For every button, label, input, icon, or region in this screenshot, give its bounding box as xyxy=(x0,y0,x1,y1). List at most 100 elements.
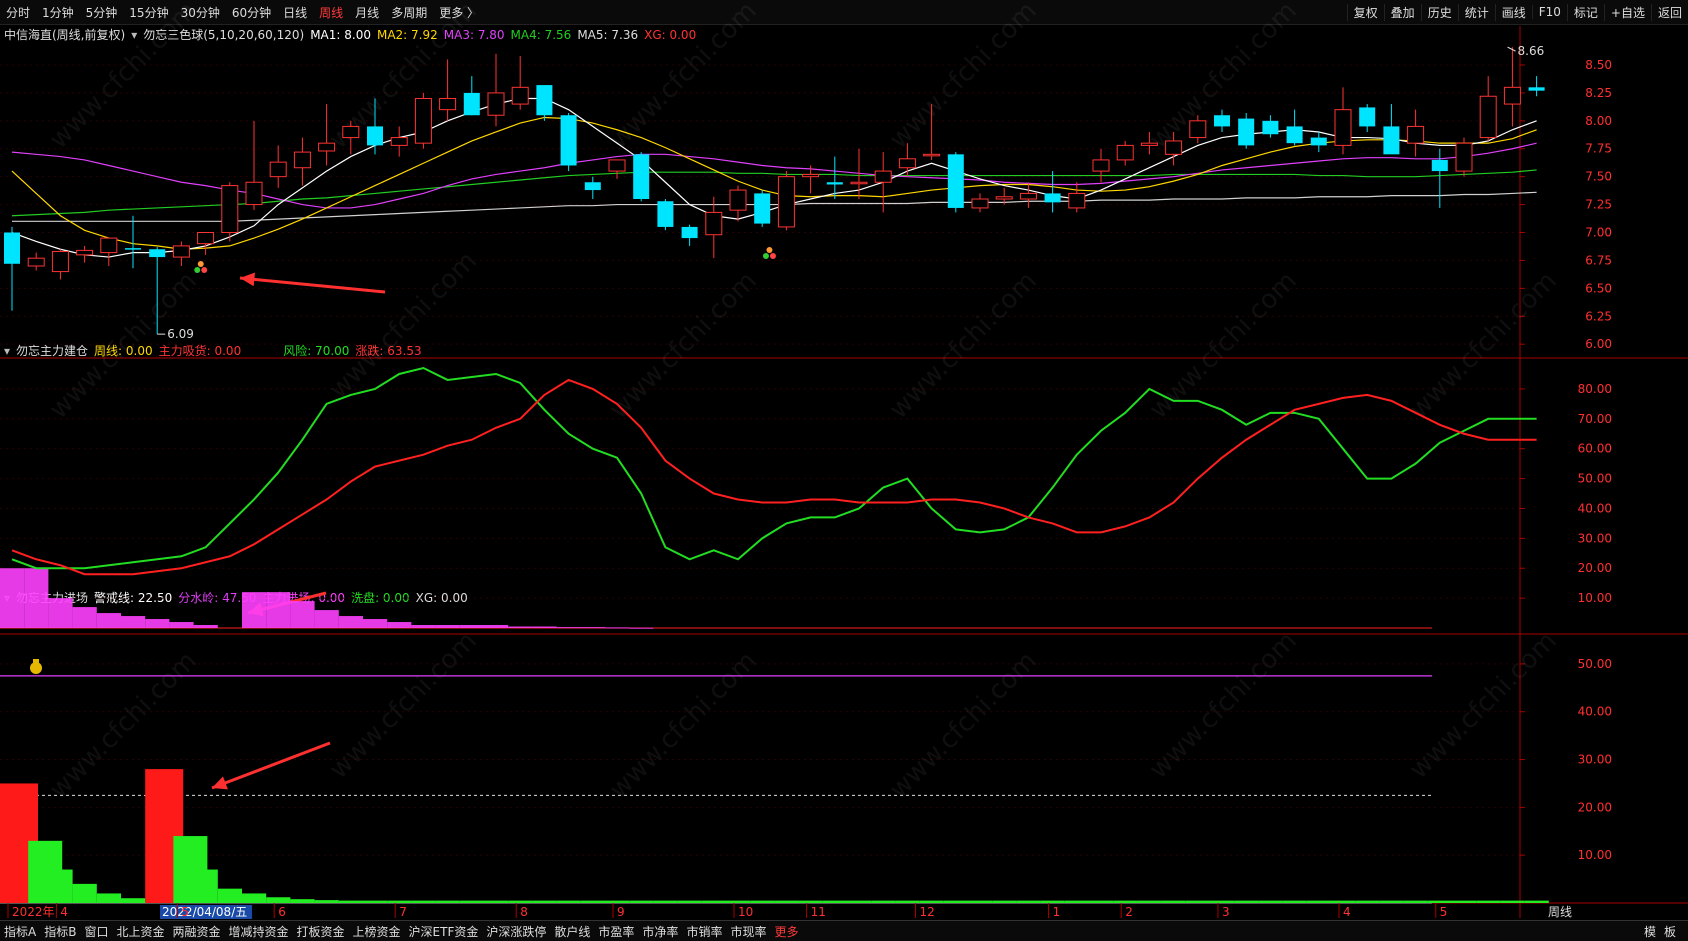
entry-bar-green xyxy=(726,900,751,903)
annotation-arrow-3 xyxy=(211,741,331,790)
accumulation-bar xyxy=(121,616,146,628)
entry-bar-green xyxy=(798,900,823,903)
candle-body xyxy=(560,115,577,166)
bottom-tab-7[interactable]: 上榜资金 xyxy=(349,923,405,940)
bottom-tab-5[interactable]: 增减持资金 xyxy=(225,923,293,940)
accumulation-bar xyxy=(532,626,557,628)
y-tick-label: 7.25 xyxy=(1585,198,1612,212)
candle-body xyxy=(1286,126,1303,144)
accumulation-bar xyxy=(290,601,315,628)
entry-bar-green xyxy=(484,900,509,903)
candle-body xyxy=(221,185,239,234)
candle-body xyxy=(536,85,553,116)
watermark-text: www.cfchi.com xyxy=(1144,626,1303,785)
candle-body xyxy=(971,198,989,209)
x-axis-label: 9 xyxy=(617,905,625,919)
entry-bar-green xyxy=(774,900,799,903)
bottom-tab-4[interactable]: 两融资金 xyxy=(168,923,224,940)
y-tick-label: 8.25 xyxy=(1585,86,1612,100)
candle-body xyxy=(76,249,94,256)
candle-body xyxy=(923,153,941,157)
y-tick-label: 50.00 xyxy=(1578,657,1612,671)
entry-bar-green xyxy=(919,900,944,903)
candle-body xyxy=(1214,115,1230,127)
candle-body xyxy=(1189,120,1207,139)
y-tick-label: 40.00 xyxy=(1578,705,1612,719)
annotation-arrow-1 xyxy=(239,276,386,294)
y-tick-label: 40.00 xyxy=(1578,501,1612,515)
bottom-tab-11[interactable]: 市盈率 xyxy=(594,923,638,940)
bottom-right: 模板 xyxy=(1640,923,1688,940)
candle-body xyxy=(1334,109,1352,146)
kline-chart[interactable]: 8.50 8.25 8.00 7.75 7.50 7.25 7.00 6.75 6.50 6.25… xyxy=(0,0,1688,920)
bottom-tab-8[interactable]: 沪深ETF资金 xyxy=(405,923,483,940)
accumulation-bar xyxy=(145,619,170,628)
accumulation-bar xyxy=(556,627,581,629)
bottom-tab-12[interactable]: 市净率 xyxy=(638,923,682,940)
y-tick-label: 10.00 xyxy=(1578,591,1612,605)
candle-body xyxy=(100,237,118,254)
accumulation-bar xyxy=(435,625,460,628)
bottom-right-1[interactable]: 板 xyxy=(1660,923,1680,940)
entry-bar-green xyxy=(532,900,557,903)
candle-body xyxy=(1383,126,1400,155)
bottom-tab-9[interactable]: 沪深涨跌停 xyxy=(482,923,550,940)
entry-bar-green xyxy=(556,900,581,903)
candle-body xyxy=(1528,87,1545,91)
watermark-text: www.cfchi.com xyxy=(324,626,483,785)
accumulation-bar xyxy=(629,627,654,629)
y-tick-label: 7.00 xyxy=(1585,226,1612,240)
entry-bar-green xyxy=(1306,900,1331,903)
accumulation-bar xyxy=(387,622,412,628)
accumulation-bar xyxy=(459,625,484,628)
candle-body xyxy=(633,154,650,199)
candle-body xyxy=(1019,192,1037,200)
candle-body xyxy=(1238,118,1255,146)
bottom-tab-13[interactable]: 市销率 xyxy=(682,923,726,940)
low-marker-label: 6.09 xyxy=(167,327,194,341)
candle-body xyxy=(390,137,408,146)
candle-body xyxy=(293,151,311,169)
entry-bar-green xyxy=(435,900,460,903)
x-axis-label: 7 xyxy=(399,905,407,919)
y-tick-label: 7.50 xyxy=(1585,170,1612,184)
entry-bar-green xyxy=(1016,900,1041,903)
x-axis-label: 11 xyxy=(811,905,826,919)
watermark-text: www.cfchi.com xyxy=(1404,626,1563,785)
y-tick-label: 6.50 xyxy=(1585,281,1612,295)
bottom-tab-2[interactable]: 窗口 xyxy=(80,923,112,940)
bottom-tab-10[interactable]: 散户线 xyxy=(550,923,594,940)
entry-bar-green xyxy=(1234,900,1259,903)
x-axis-label: 3 xyxy=(1222,905,1230,919)
ball-icon xyxy=(197,261,204,267)
x-axis-label: 6 xyxy=(278,905,286,919)
bottom-right-0[interactable]: 模 xyxy=(1640,923,1660,940)
watermark-text: www.cfchi.com xyxy=(604,266,763,425)
entry-bar-green xyxy=(822,900,847,903)
watermark-text: www.cfchi.com xyxy=(884,646,1043,805)
entry-bar-green xyxy=(314,900,339,903)
candle-body xyxy=(172,245,190,258)
candle-body xyxy=(51,250,69,273)
bottom-tab-1[interactable]: 指标B xyxy=(40,923,80,940)
bottom-tab-15[interactable]: 更多 xyxy=(770,923,802,940)
bottom-tab-6[interactable]: 打板资金 xyxy=(293,923,349,940)
candle-body xyxy=(898,158,916,169)
entry-bar-green xyxy=(1089,900,1114,903)
x-axis-label: 2022年 xyxy=(12,905,55,919)
bottom-tab-3[interactable]: 北上资金 xyxy=(112,923,168,940)
entry-bar-green xyxy=(1355,900,1380,903)
high-marker-line xyxy=(1507,46,1516,52)
entry-bar-green xyxy=(1185,900,1210,903)
candle-body xyxy=(1044,193,1061,203)
entry-bar-green xyxy=(1040,900,1065,903)
accumulation-bar xyxy=(193,625,218,628)
entry-bar-green xyxy=(96,893,121,903)
candle-body xyxy=(705,211,723,236)
bottom-tab-0[interactable]: 指标A xyxy=(0,923,40,940)
ma5-line xyxy=(12,191,1537,222)
bottom-tab-14[interactable]: 市现率 xyxy=(726,923,770,940)
candle-body xyxy=(318,142,336,152)
money-bag-icon xyxy=(30,662,42,674)
ball-icon xyxy=(194,267,201,273)
